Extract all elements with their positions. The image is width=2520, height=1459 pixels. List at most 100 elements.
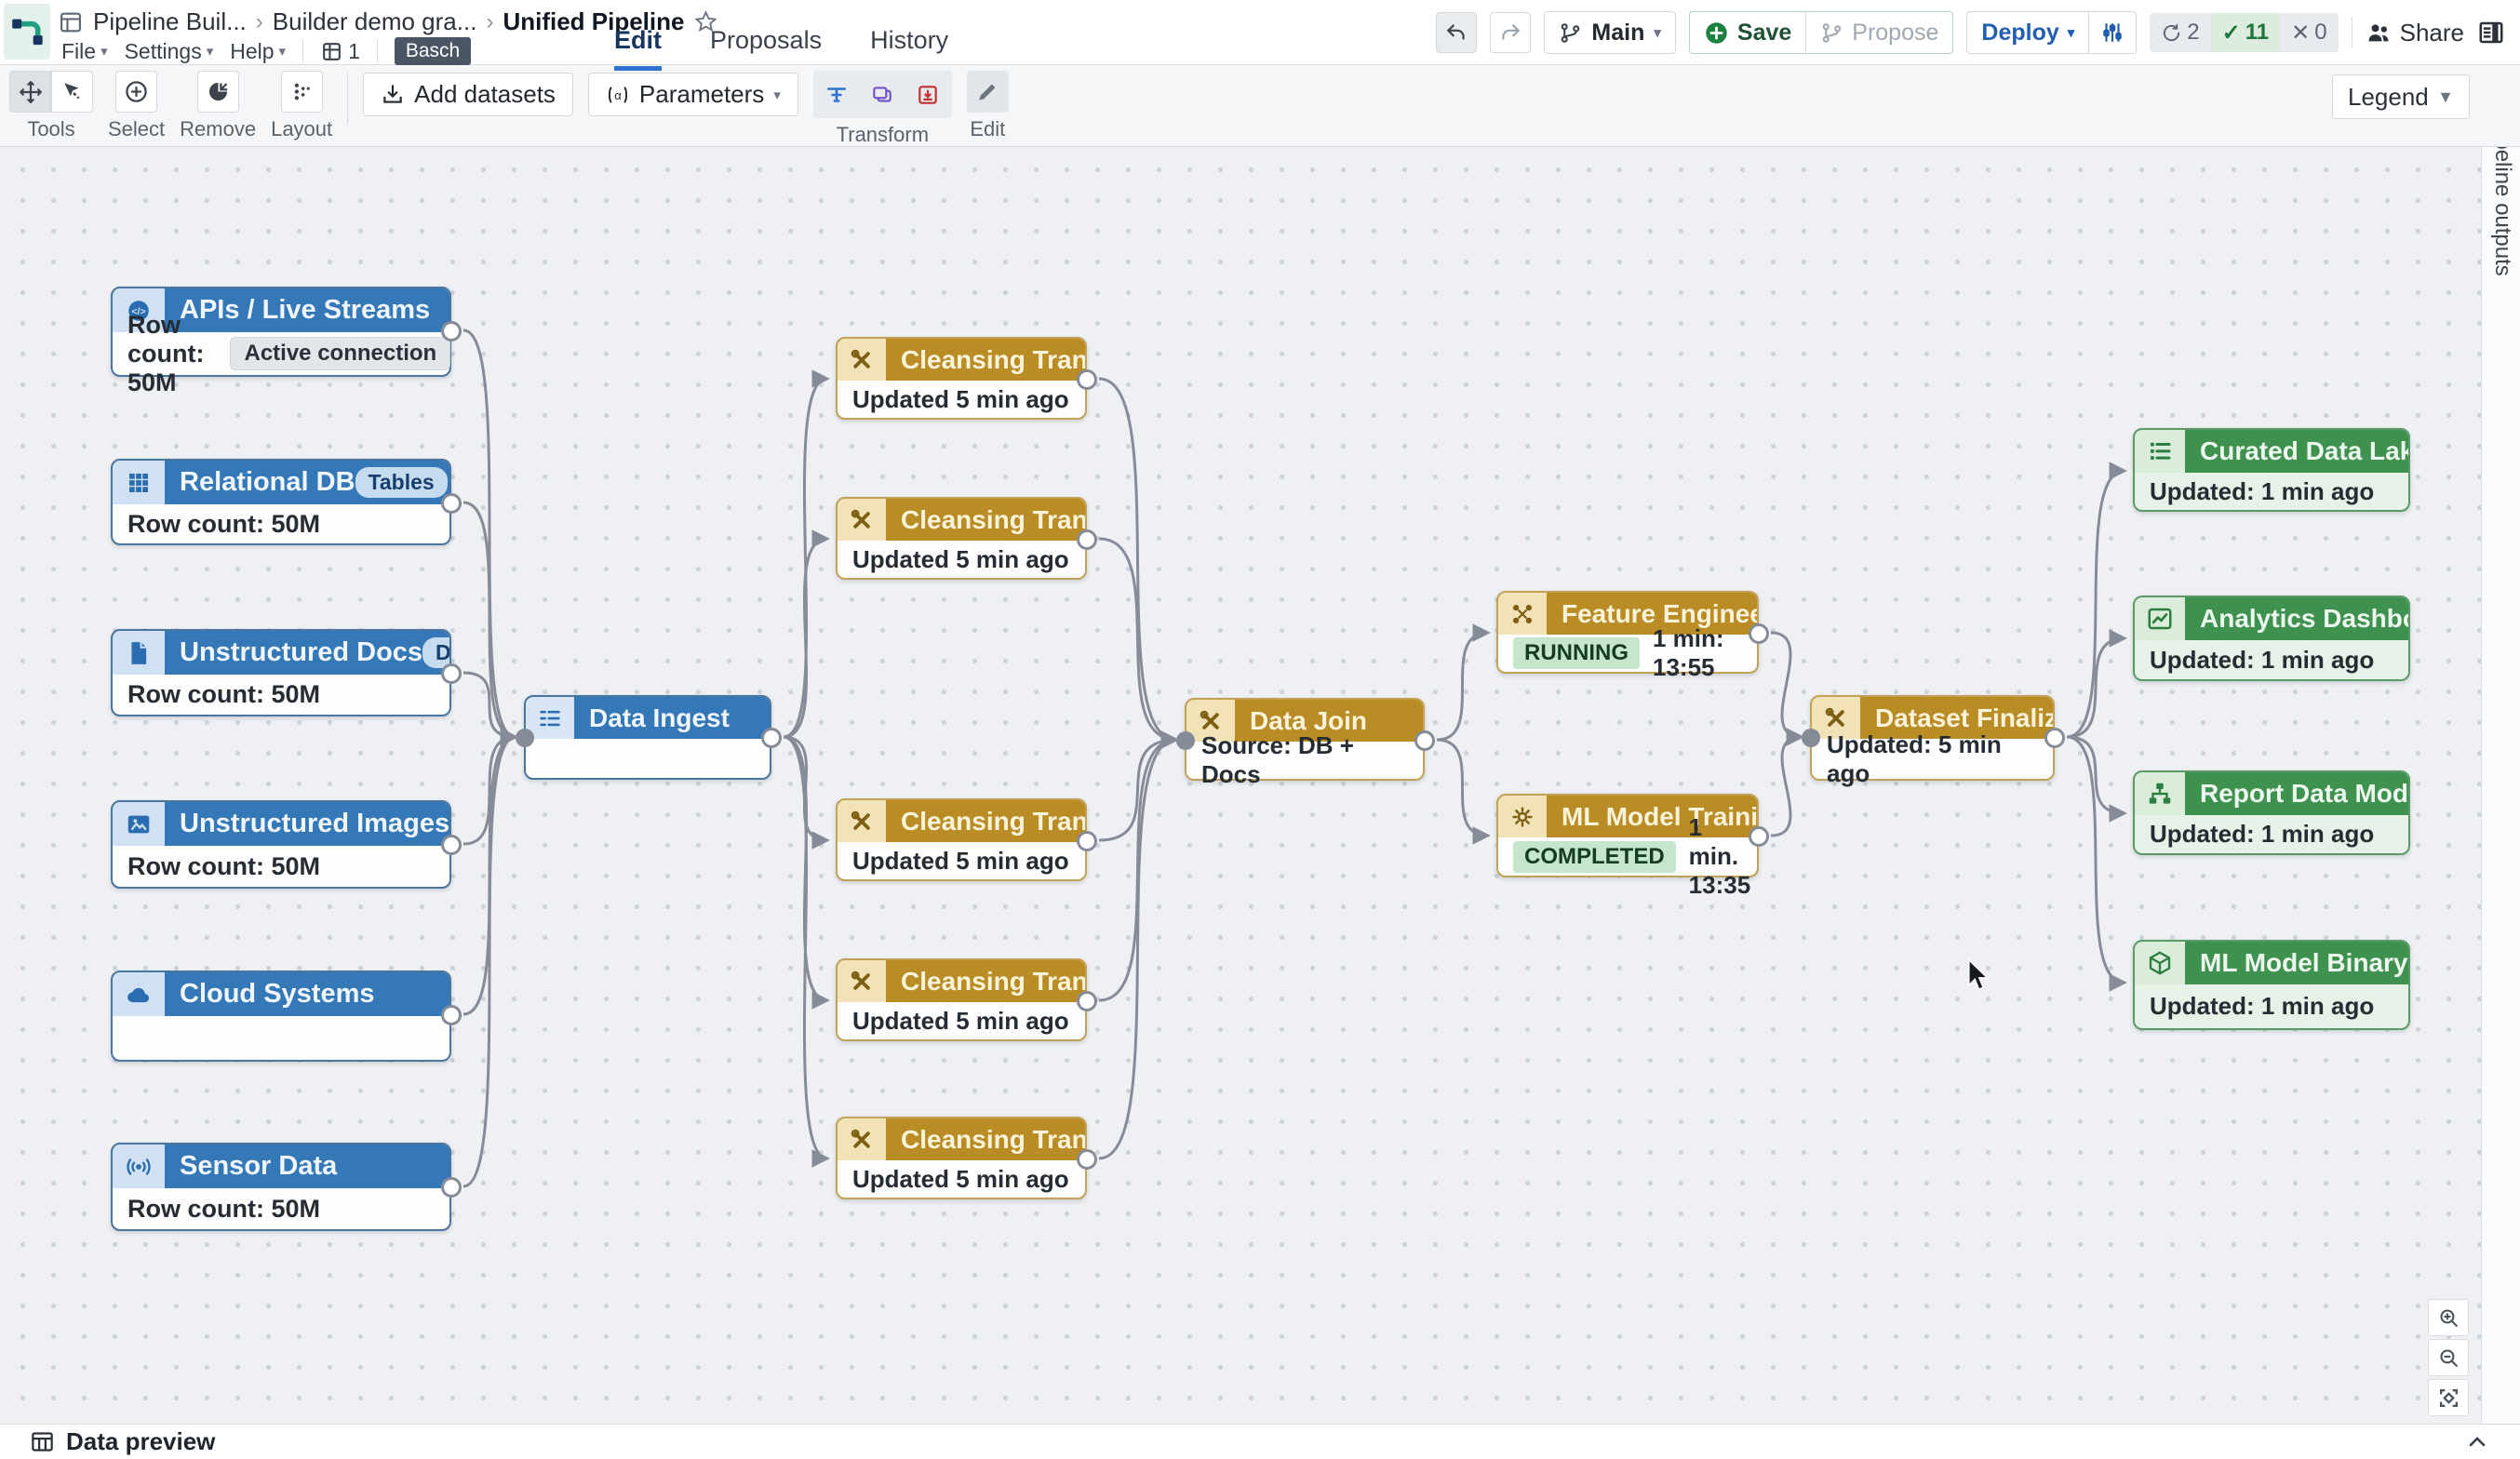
select-button[interactable] [115, 71, 157, 113]
node-body: Updated: 5 min ago [1812, 739, 2053, 779]
edge-cloud-ingest [463, 737, 516, 1014]
node-header: Analytics Dashboard [2135, 597, 2408, 640]
node-body: Row count: 50M [113, 675, 449, 715]
move-tool-button[interactable] [9, 71, 51, 113]
breadcrumb-app[interactable]: Pipeline Buil... [93, 7, 247, 36]
edge-df-ad [2067, 638, 2125, 737]
transform-export-button[interactable] [907, 74, 949, 115]
node-images[interactable]: Unstructured ImagesImagesRow count: 50M [111, 800, 451, 889]
output-port[interactable] [1077, 991, 1097, 1011]
edge-ct3-join [1099, 740, 1176, 840]
resource-count[interactable]: 1 [320, 39, 360, 64]
data-preview-bar[interactable]: Data preview [0, 1424, 2520, 1459]
transform-duplicate-button[interactable] [862, 74, 904, 115]
node-ct1[interactable]: Cleansing TransformUpdated 5 min ago [836, 337, 1087, 420]
zoom-out-button[interactable] [2428, 1339, 2469, 1376]
output-port[interactable] [1749, 623, 1769, 644]
tab-history[interactable]: History [870, 26, 948, 71]
output-port[interactable] [1077, 1149, 1097, 1170]
node-header: Sensor Data [113, 1144, 449, 1188]
output-port[interactable] [2044, 728, 2065, 748]
parameters-button[interactable]: α Parameters ▾ [588, 73, 798, 116]
undo-button[interactable] [1436, 12, 1477, 53]
output-port[interactable] [1077, 831, 1097, 851]
transform-clean-button[interactable] [816, 74, 858, 115]
node-ct5[interactable]: Cleansing TransformUpdated 5 min ago [836, 1117, 1087, 1199]
deploy-settings-button[interactable] [2089, 12, 2136, 53]
help-menu[interactable]: Help▾ [230, 39, 286, 64]
grid-doc-icon [320, 40, 343, 63]
legend-dropdown[interactable]: Legend ▼ [2332, 74, 2470, 119]
output-port[interactable] [441, 1177, 462, 1198]
node-mlt[interactable]: ML Model TrainingCOMPLETED1 min. 13:35 [1496, 794, 1759, 877]
node-ct3[interactable]: Cleansing TransformUpdated 5 min ago [836, 798, 1087, 881]
node-apis[interactable]: </>APIs / Live StreamsRow count: 50MActi… [111, 287, 451, 377]
output-port[interactable] [1414, 730, 1435, 751]
input-port[interactable] [1176, 731, 1195, 750]
node-df[interactable]: Dataset FinalizationUpdated: 5 min ago [1810, 695, 2055, 781]
tab-edit[interactable]: Edit [614, 26, 662, 71]
node-reldb[interactable]: Relational DBTablesRow count: 50M [111, 459, 451, 545]
tools-group: Tools [9, 71, 93, 141]
output-port[interactable] [441, 835, 462, 855]
deploy-button[interactable]: Deploy▾ [1967, 12, 2088, 53]
pending-changes[interactable]: 2 [2150, 13, 2210, 52]
select-group: Select [108, 71, 165, 141]
checks-failed[interactable]: ✕ 0 [2280, 13, 2338, 52]
output-port[interactable] [1077, 369, 1097, 390]
divider [302, 39, 303, 63]
node-ct2[interactable]: Cleansing TransformUpdated 5 min ago [836, 497, 1087, 580]
checks-passed[interactable]: ✓ 11 [2211, 13, 2280, 52]
node-ad[interactable]: Analytics DashboardUpdated: 1 min ago [2133, 596, 2410, 681]
chevron-up-icon[interactable] [2464, 1429, 2490, 1455]
file-menu[interactable]: File▾ [61, 39, 108, 64]
node-rdm[interactable]: Report Data ModelUpdated: 1 min ago [2133, 770, 2410, 855]
panel-toggle-icon[interactable] [2477, 19, 2505, 47]
node-body: Updated: 1 min ago [2135, 473, 2408, 510]
select-path-tool-button[interactable] [51, 71, 93, 113]
output-port[interactable] [441, 663, 462, 684]
propose-button[interactable]: Propose [1806, 12, 1952, 53]
save-button[interactable]: Save [1690, 12, 1805, 53]
layout-button[interactable] [281, 71, 323, 113]
remove-button[interactable] [197, 71, 239, 113]
sliders-icon [2100, 20, 2125, 45]
node-join[interactable]: Data JoinSource: DB + Docs [1185, 698, 1425, 781]
zoom-fit-button[interactable] [2428, 1379, 2469, 1416]
output-port[interactable] [1077, 529, 1097, 550]
node-sensor[interactable]: Sensor DataRow count: 50M [111, 1143, 451, 1231]
output-port[interactable] [1749, 826, 1769, 847]
add-datasets-button[interactable]: Add datasets [363, 73, 573, 116]
breadcrumb-folder[interactable]: Builder demo gra... [273, 7, 477, 36]
output-port[interactable] [441, 493, 462, 514]
node-ingest[interactable]: Data Ingest [524, 695, 771, 780]
node-mmb[interactable]: ML Model BinaryUpdated: 1 min ago [2133, 940, 2410, 1030]
input-port[interactable] [1802, 729, 1820, 747]
node-ct4[interactable]: Cleansing TransformUpdated 5 min ago [836, 958, 1087, 1041]
node-body-text: Updated: 5 min ago [1827, 730, 2038, 788]
edge-ct4-join [1099, 740, 1176, 1000]
redo-button[interactable] [1490, 12, 1531, 53]
people-icon [2366, 20, 2392, 46]
input-port[interactable] [516, 729, 534, 747]
node-body-text: Updated 5 min ago [852, 1165, 1069, 1194]
edit-button[interactable] [967, 71, 1009, 113]
pipeline-builder-logo[interactable] [4, 4, 50, 60]
tab-proposals[interactable]: Proposals [710, 26, 822, 71]
node-cloud[interactable]: Cloud Systems [111, 970, 451, 1062]
node-docs[interactable]: Unstructured DocsDocumentsRow count: 50M [111, 629, 451, 716]
pipeline-canvas[interactable]: </>APIs / Live StreamsRow count: 50MActi… [0, 147, 2520, 1424]
output-port[interactable] [441, 1005, 462, 1025]
node-cdl[interactable]: Curated Data LakeUpdated: 1 min ago [2133, 428, 2410, 512]
zoom-in-button[interactable] [2428, 1299, 2469, 1336]
remove-label: Remove [180, 117, 256, 141]
share-button[interactable]: Share [2366, 19, 2464, 47]
check-icon: ✓ [2222, 20, 2241, 47]
settings-menu[interactable]: Settings▾ [125, 39, 214, 64]
output-port[interactable] [441, 321, 462, 341]
node-fe[interactable]: Feature EngineeringRUNNING1 min: 13:55 [1496, 591, 1759, 674]
checks-status-group[interactable]: 2 ✓ 11 ✕ 0 [2150, 13, 2338, 52]
output-port[interactable] [761, 728, 782, 748]
branch-selector[interactable]: Main ▾ [1544, 11, 1675, 54]
node-title: Cleansing Transform [886, 967, 1085, 997]
